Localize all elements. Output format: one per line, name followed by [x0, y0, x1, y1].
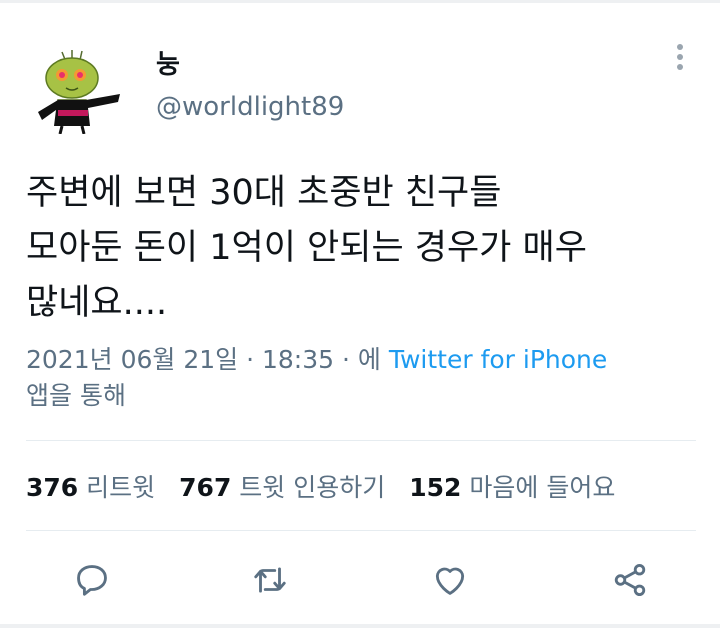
likes-label: 마음에 들어요 — [469, 473, 616, 502]
quotes-label: 트윗 인용하기 — [239, 473, 386, 502]
likes-count: 152 — [409, 473, 462, 502]
tweet-source-link[interactable]: Twitter for iPhone — [389, 345, 607, 374]
share-icon — [614, 564, 646, 596]
tweet-text: 주변에 보면 30대 초중반 친구들 모아둔 돈이 1억이 안되는 경우가 매우… — [26, 173, 587, 323]
reply-icon — [77, 565, 107, 596]
quotes-count: 767 — [179, 473, 232, 502]
retweets-label: 리트윗 — [86, 473, 156, 502]
display-name[interactable]: 눙 — [156, 44, 180, 81]
avatar[interactable] — [28, 48, 128, 134]
retweets-count: 376 — [26, 473, 79, 502]
quotes-stat[interactable]: 767 트윗 인용하기 — [179, 473, 385, 502]
more-options-icon[interactable] — [668, 44, 692, 78]
tweet-timestamp[interactable]: 2021년 06월 21일 · 18:35 · 에 — [26, 345, 389, 374]
likes-stat[interactable]: 152 마음에 들어요 — [409, 473, 615, 502]
like-button[interactable] — [428, 558, 472, 602]
reply-button[interactable] — [70, 558, 114, 602]
top-divider — [0, 0, 720, 3]
bottom-divider — [0, 624, 720, 628]
like-icon — [435, 567, 465, 595]
tweet-source-suffix: 앱을 통해 — [26, 381, 126, 410]
share-button[interactable] — [608, 558, 652, 602]
tweet-meta: 2021년 06월 21일 · 18:35 · 에 Twitter for iP… — [26, 342, 706, 414]
tweet-stats: 376 리트윗 767 트윗 인용하기 152 마음에 들어요 — [26, 468, 639, 504]
retweets-stat[interactable]: 376 리트윗 — [26, 473, 155, 502]
divider — [26, 440, 696, 441]
divider — [26, 530, 696, 531]
retweet-button[interactable] — [248, 558, 292, 602]
retweet-icon — [254, 567, 286, 593]
user-handle[interactable]: @worldlight89 — [156, 92, 344, 122]
